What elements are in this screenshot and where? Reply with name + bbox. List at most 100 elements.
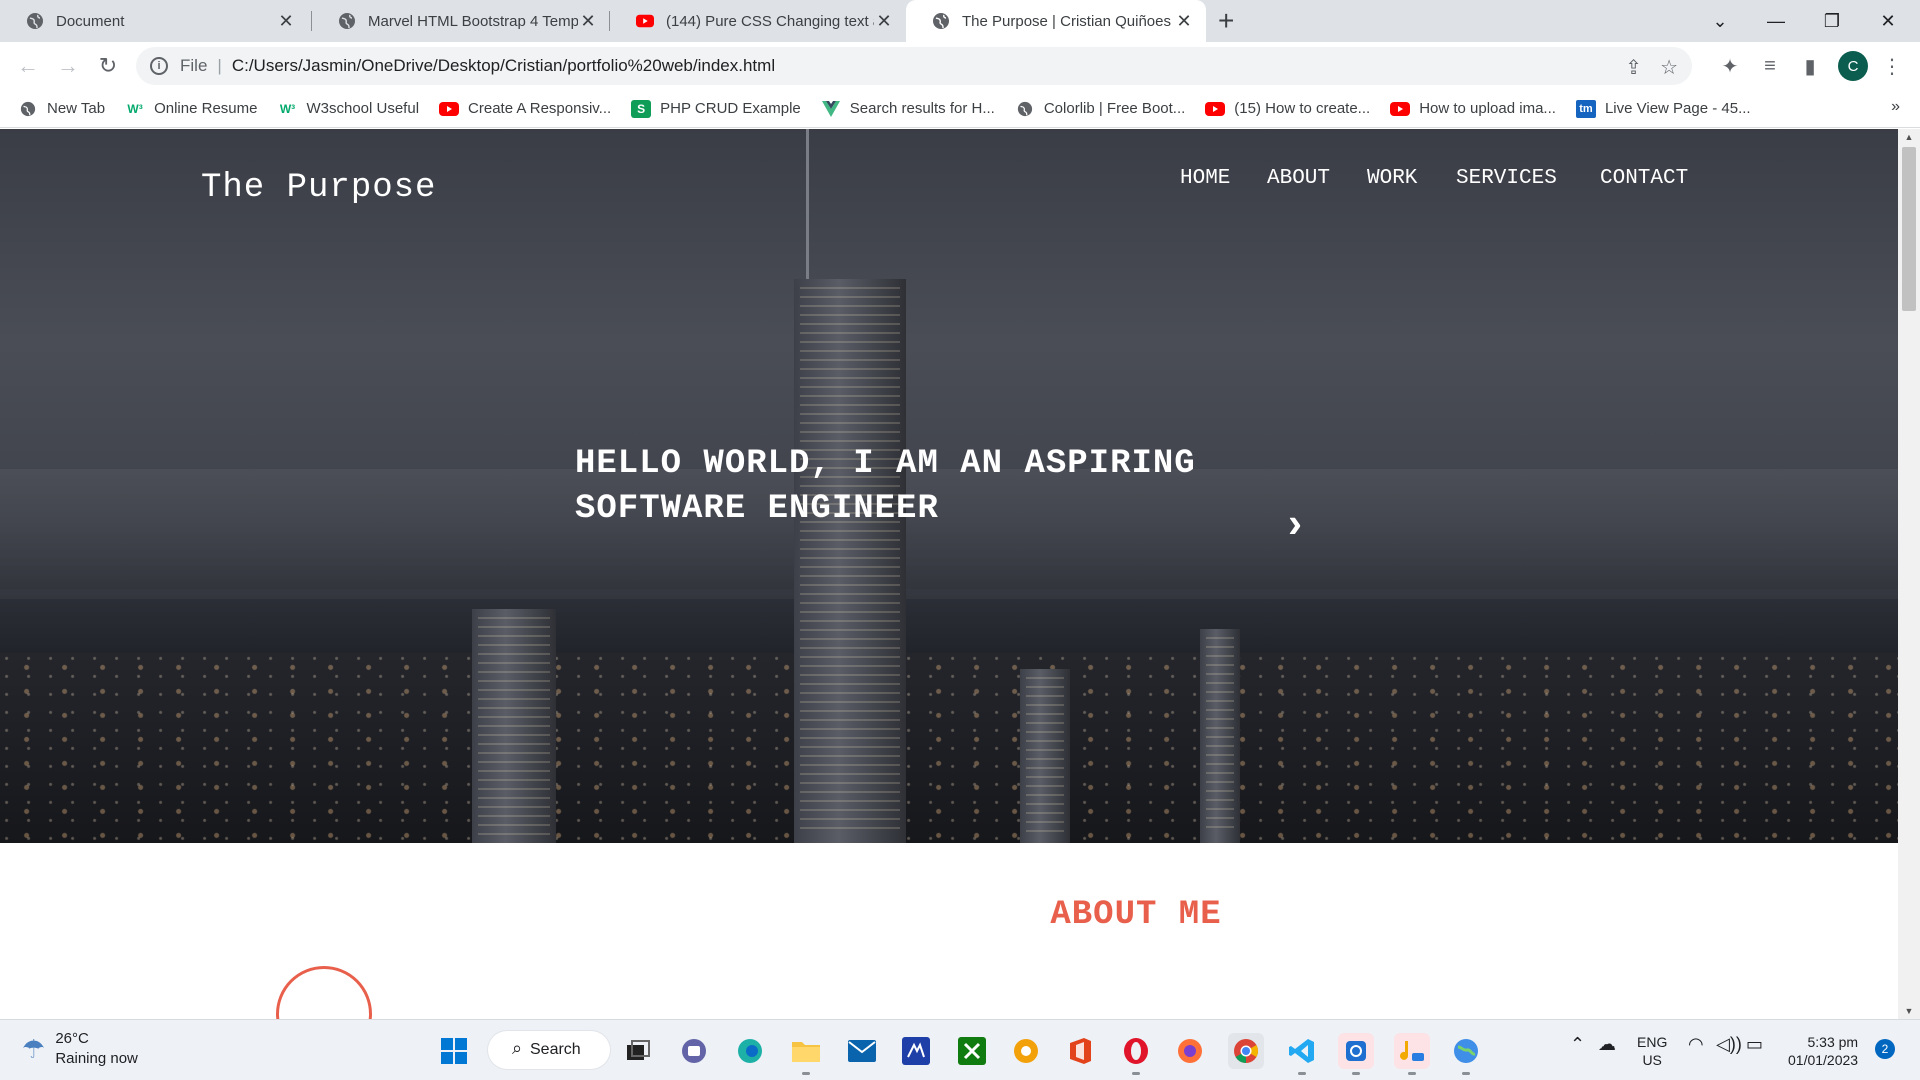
extensions-icon[interactable]: ✦ <box>1716 52 1744 80</box>
right-tower <box>1200 629 1240 843</box>
scrollbar-thumb[interactable] <box>1902 147 1916 311</box>
bookmark-online-resume[interactable]: W³ Online Resume <box>125 100 257 118</box>
office-icon[interactable] <box>1062 1033 1098 1069</box>
scroll-down-icon[interactable]: ▼ <box>1898 1003 1920 1019</box>
globe-icon <box>18 100 38 118</box>
tab-document[interactable]: Document ✕ <box>0 0 308 42</box>
close-icon[interactable]: ✕ <box>276 11 296 32</box>
clock-date: 01/01/2023 <box>1788 1052 1859 1068</box>
bookmark-php-crud[interactable]: S PHP CRUD Example <box>631 99 801 118</box>
close-icon[interactable]: ✕ <box>874 11 894 32</box>
new-tab-button[interactable]: + <box>1218 6 1234 36</box>
bookmark-live-view[interactable]: tm Live View Page - 45... <box>1575 99 1751 118</box>
address-bar[interactable]: i File | C:/Users/Jasmin/OneDrive/Deskto… <box>136 47 1692 85</box>
windows-taskbar: ☂ 26°C Raining now ⌕ Search ⌃ ☁ ENG US ◠… <box>0 1019 1920 1080</box>
lang-line1: ENG <box>1637 1034 1668 1050</box>
tower-spire <box>806 129 809 279</box>
notification-badge[interactable]: 2 <box>1875 1039 1895 1059</box>
close-window-button[interactable]: ✕ <box>1860 0 1916 42</box>
nav-home[interactable]: HOME <box>1180 167 1230 190</box>
onedrive-icon[interactable]: ☁ <box>1598 1034 1616 1055</box>
youtube-icon <box>439 100 460 118</box>
chevron-up-icon[interactable]: ⌃ <box>1570 1034 1585 1055</box>
bookmark-search-results[interactable]: Search results for H... <box>821 100 995 118</box>
nav-work[interactable]: WORK <box>1367 167 1417 190</box>
hero-heading: HELLO WORLD, I AM AN ASPIRING SOFTWARE E… <box>575 442 1335 532</box>
bookmark-label: (15) How to create... <box>1234 100 1371 117</box>
task-view-icon[interactable] <box>620 1033 656 1069</box>
tab-marvel[interactable]: Marvel HTML Bootstrap 4 Templa ✕ <box>312 0 610 42</box>
close-icon[interactable]: ✕ <box>578 11 598 32</box>
weather-temp: 26°C <box>55 1030 89 1047</box>
star-icon[interactable]: ☆ <box>1660 55 1678 80</box>
bookmark-how-to-upload[interactable]: How to upload ima... <box>1390 100 1556 118</box>
media-control-icon[interactable]: ≡ <box>1756 52 1784 80</box>
tab-youtube[interactable]: (144) Pure CSS Changing text an ✕ <box>610 0 906 42</box>
bookmark-label: W3school Useful <box>306 100 420 117</box>
bookmark-label: Online Resume <box>154 100 258 117</box>
vscode-insiders-icon[interactable] <box>898 1033 934 1069</box>
file-explorer-icon[interactable] <box>788 1033 824 1075</box>
nav-about[interactable]: ABOUT <box>1267 167 1330 190</box>
scroll-up-icon[interactable]: ▲ <box>1898 129 1920 145</box>
close-icon[interactable]: ✕ <box>1174 11 1194 32</box>
share-icon[interactable]: ⇪ <box>1625 55 1642 80</box>
music-icon[interactable] <box>1394 1033 1430 1075</box>
bookmark-colorlib[interactable]: Colorlib | Free Boot... <box>1015 100 1185 118</box>
bookmarks-overflow-button[interactable]: » <box>1891 98 1900 116</box>
globe-icon <box>26 12 44 30</box>
tab-the-purpose[interactable]: The Purpose | Cristian Quiñoes | V ✕ <box>906 0 1206 42</box>
minimize-button[interactable]: — <box>1748 0 1804 42</box>
restore-button[interactable]: ❐ <box>1804 0 1860 42</box>
bookmark-how-to-create[interactable]: (15) How to create... <box>1205 100 1370 118</box>
edge-icon[interactable] <box>732 1033 768 1069</box>
xbox-icon[interactable] <box>954 1033 990 1069</box>
nav-contact[interactable]: CONTACT <box>1600 167 1688 190</box>
reload-button[interactable]: ↻ <box>92 50 124 82</box>
nav-services[interactable]: SERVICES <box>1456 167 1557 190</box>
side-panel-icon[interactable]: ▮ <box>1796 52 1824 80</box>
clock[interactable]: 5:33 pm 01/01/2023 <box>1788 1033 1858 1069</box>
lang-line2: US <box>1642 1052 1662 1068</box>
vscode-icon[interactable] <box>1284 1033 1320 1075</box>
left-tower <box>472 609 556 843</box>
profile-avatar[interactable]: C <box>1838 51 1868 81</box>
chrome-icon[interactable] <box>1228 1033 1264 1069</box>
language-indicator[interactable]: ENG US <box>1637 1033 1667 1069</box>
menu-kebab-icon[interactable]: ⋮ <box>1878 52 1906 80</box>
firefox-icon[interactable] <box>1172 1033 1208 1069</box>
chrome-beta-icon[interactable] <box>1008 1033 1044 1069</box>
taskbar-search[interactable]: ⌕ Search <box>488 1031 610 1069</box>
bookmark-w3school-useful[interactable]: W³ W3school Useful <box>277 100 419 118</box>
forward-button[interactable]: → <box>52 50 84 82</box>
back-button[interactable]: ← <box>12 50 44 82</box>
tab-title: (144) Pure CSS Changing text an <box>666 12 874 30</box>
teams-chat-icon[interactable] <box>676 1033 712 1069</box>
chevron-right-icon[interactable]: › <box>1288 499 1302 547</box>
battery-icon[interactable]: ▭ <box>1746 1034 1763 1055</box>
weather-widget[interactable]: ☂ 26°C Raining now <box>22 1029 138 1069</box>
right-tower <box>1020 669 1070 843</box>
app-badge-icon[interactable] <box>1338 1033 1374 1075</box>
clock-time: 5:33 pm <box>1807 1034 1859 1050</box>
url-text: C:/Users/Jasmin/OneDrive/Desktop/Cristia… <box>231 56 776 75</box>
hero-heading-line1: HELLO WORLD, I AM AN ASPIRING <box>575 445 1196 483</box>
page-scrollbar[interactable]: ▲ ▼ <box>1898 129 1920 1019</box>
url-separator: | <box>217 56 222 75</box>
youtube-icon <box>1390 100 1411 118</box>
info-icon[interactable]: i <box>150 57 168 75</box>
bookmark-create-responsive[interactable]: Create A Responsiv... <box>439 100 611 118</box>
mail-icon[interactable] <box>844 1033 880 1069</box>
bookmark-label: Live View Page - 45... <box>1604 100 1751 117</box>
site-brand[interactable]: The Purpose <box>201 169 436 207</box>
globe-weather-icon[interactable] <box>1448 1033 1484 1075</box>
bookmark-label: Colorlib | Free Boot... <box>1043 100 1186 117</box>
s-icon: S <box>631 99 652 118</box>
volume-icon[interactable]: ◁)) <box>1716 1034 1742 1055</box>
bookmark-new-tab[interactable]: New Tab <box>18 100 105 118</box>
tab-strip: Document ✕ Marvel HTML Bootstrap 4 Templ… <box>0 0 1920 42</box>
wifi-icon[interactable]: ◠ <box>1688 1034 1704 1055</box>
tab-search-icon[interactable]: ⌄ <box>1692 0 1748 42</box>
opera-icon[interactable] <box>1118 1033 1154 1075</box>
windows-start-icon[interactable] <box>436 1033 472 1069</box>
